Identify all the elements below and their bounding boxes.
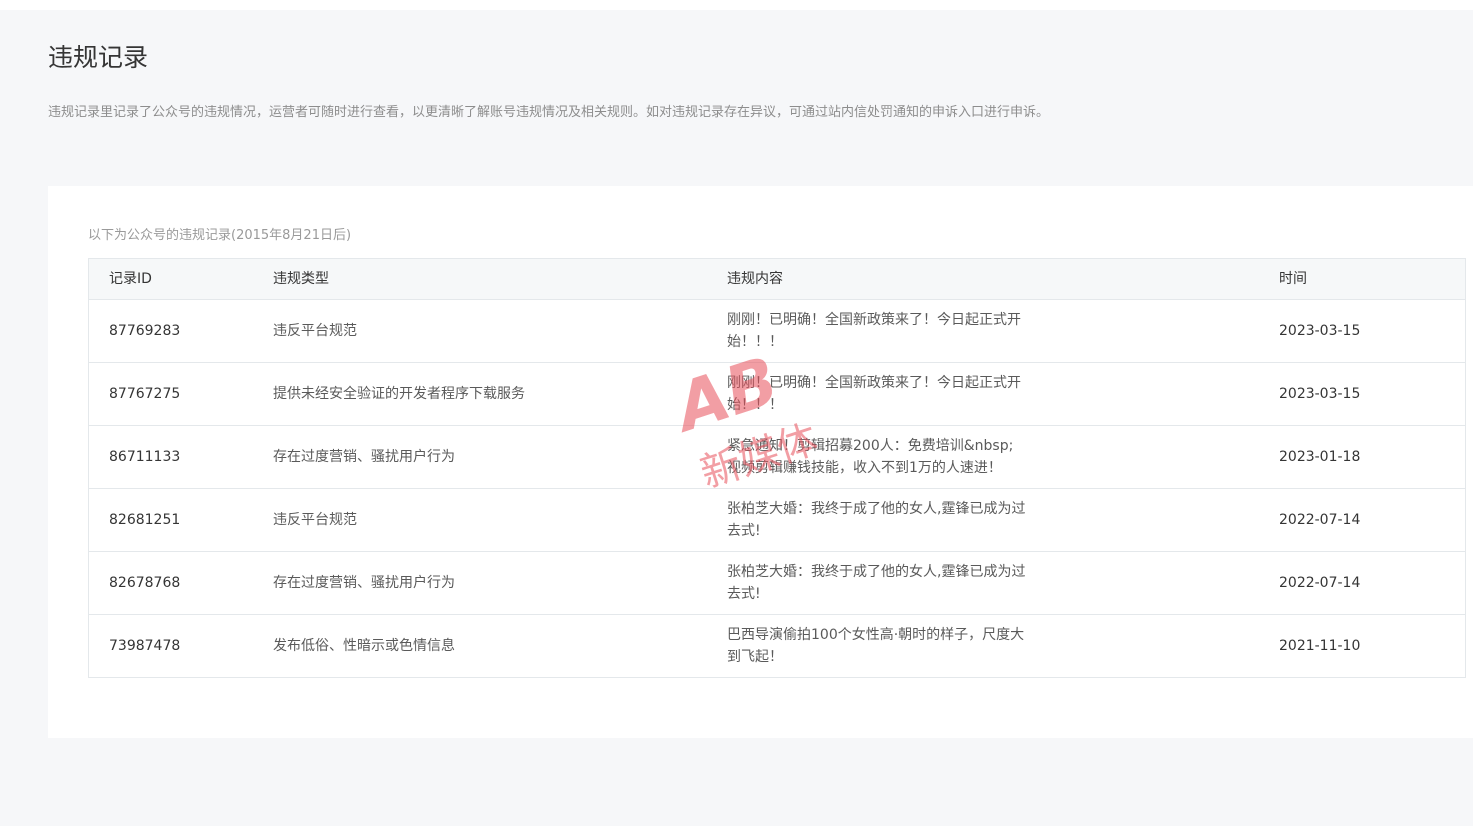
record-time: 2023-03-15 — [1279, 386, 1361, 402]
violation-content: 刚刚！已明确！全国新政策来了！今日起正式开始！！！ — [727, 375, 1021, 413]
record-id: 87767275 — [109, 386, 181, 402]
record-time: 2021-11-10 — [1279, 638, 1361, 654]
violation-content: 张柏芝大婚：我终于成了他的女人,霆锋已成为过去式! — [727, 564, 1026, 602]
violation-type: 存在过度营销、骚扰用户行为 — [273, 449, 455, 465]
violation-content: 刚刚！已明确！全国新政策来了！今日起正式开始！！！ — [727, 312, 1021, 350]
violation-type: 发布低俗、性暗示或色情信息 — [273, 638, 455, 654]
page-description: 违规记录里记录了公众号的违规情况，运营者可随时进行查看，以更清晰了解账号违规情况… — [48, 105, 1050, 120]
record-time: 2022-07-14 — [1279, 512, 1361, 528]
header-time: 时间 — [1279, 271, 1307, 287]
page-title: 违规记录 — [48, 43, 149, 72]
record-time: 2023-03-15 — [1279, 323, 1361, 339]
table-row: 87767275 提供未经安全验证的开发者程序下载服务 刚刚！已明确！全国新政策… — [89, 363, 1465, 426]
violation-table: 记录ID 违规类型 违规内容 时间 87769283 违反平台规范 刚刚！已明确… — [88, 258, 1466, 678]
record-id: 82678768 — [109, 575, 181, 591]
violation-type: 违反平台规范 — [273, 323, 357, 339]
table-header-row: 记录ID 违规类型 违规内容 时间 — [89, 259, 1465, 300]
header-content: 违规内容 — [727, 271, 783, 287]
violation-type: 存在过度营销、骚扰用户行为 — [273, 575, 455, 591]
record-id: 86711133 — [109, 449, 181, 465]
record-id: 87769283 — [109, 323, 181, 339]
violation-content: 巴西导演偷拍100个女性高·朝时的样子，尺度大到飞起！ — [727, 627, 1025, 665]
record-id: 82681251 — [109, 512, 181, 528]
violation-content: 张柏芝大婚：我终于成了他的女人,霆锋已成为过去式! — [727, 501, 1026, 539]
violation-type: 提供未经安全验证的开发者程序下载服务 — [273, 386, 525, 402]
records-card: 以下为公众号的违规记录(2015年8月21日后) 记录ID 违规类型 违规内容 … — [48, 186, 1473, 738]
violation-type: 违反平台规范 — [273, 512, 357, 528]
table-row: 82681251 违反平台规范 张柏芝大婚：我终于成了他的女人,霆锋已成为过去式… — [89, 489, 1465, 552]
table-row: 87769283 违反平台规范 刚刚！已明确！全国新政策来了！今日起正式开始！！… — [89, 300, 1465, 363]
record-id: 73987478 — [109, 638, 181, 654]
table-row: 86711133 存在过度营销、骚扰用户行为 紧急通知！剪辑招募200人：免费培… — [89, 426, 1465, 489]
header-type: 违规类型 — [273, 271, 329, 287]
record-time: 2022-07-14 — [1279, 575, 1361, 591]
record-time: 2023-01-18 — [1279, 449, 1361, 465]
page-background: 违规记录 违规记录里记录了公众号的违规情况，运营者可随时进行查看，以更清晰了解账… — [0, 10, 1473, 826]
table-caption: 以下为公众号的违规记录(2015年8月21日后) — [88, 228, 352, 243]
violation-content: 紧急通知！剪辑招募200人：免费培训&nbsp;视频剪辑赚钱技能，收入不到1万的… — [727, 438, 1014, 476]
table-row: 82678768 存在过度营销、骚扰用户行为 张柏芝大婚：我终于成了他的女人,霆… — [89, 552, 1465, 615]
table-row: 73987478 发布低俗、性暗示或色情信息 巴西导演偷拍100个女性高·朝时的… — [89, 615, 1465, 678]
header-id: 记录ID — [109, 271, 152, 287]
